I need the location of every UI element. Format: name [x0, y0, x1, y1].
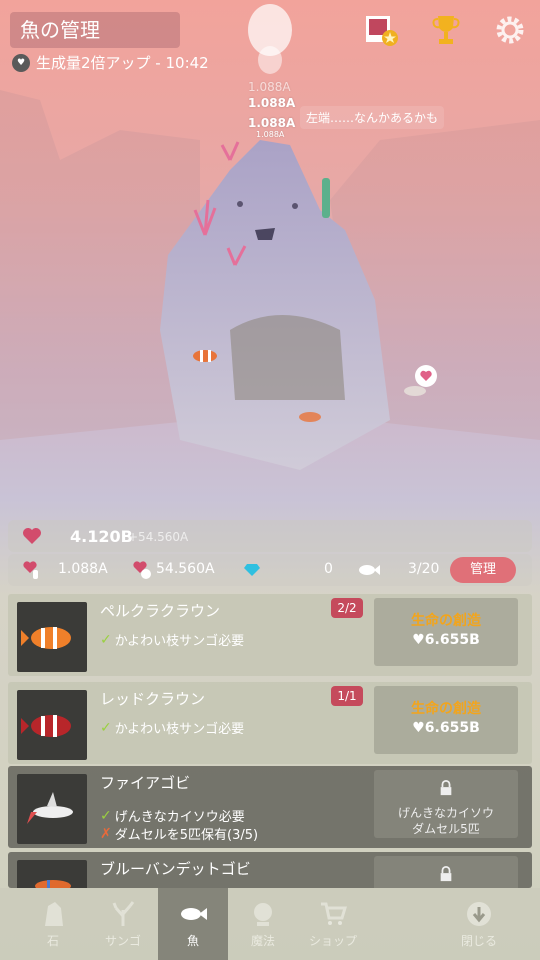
cart-icon [321, 902, 347, 925]
crystal-ball-icon [254, 903, 272, 926]
cross-icon: ✗ [100, 825, 112, 842]
clownfish-sprite[interactable] [190, 346, 222, 366]
timed-value: 54.560A [156, 561, 215, 577]
requirement-unmet: ✗ ダムセルを5匹保有(3/5) [100, 825, 259, 844]
tab-label: 魚 [186, 934, 199, 948]
trophy-icon[interactable] [428, 12, 464, 48]
fish-thumbnail [17, 774, 87, 844]
firegoby-icon [27, 792, 73, 824]
lock-requirement: げんきなカイソウ [397, 806, 494, 820]
tab-stone[interactable]: 石 [18, 888, 88, 960]
clownfish-sprite[interactable] [296, 408, 326, 426]
locked-action: げんきなカイソウ ダムセル5匹 [374, 770, 518, 838]
create-life-button[interactable]: 生命の創造 ♥6.655B [374, 686, 518, 754]
tap-heart-icon [23, 561, 38, 579]
requirement: ✓ かよわい枝サンゴ必要 [100, 719, 245, 738]
tab-magic[interactable]: 魔法 [228, 888, 298, 960]
boost-text: 生成量2倍アップ - 10:42 [36, 54, 209, 72]
heart-bubble-icon[interactable] [414, 364, 438, 388]
close-button[interactable]: 閉じる [444, 888, 514, 960]
create-life-button[interactable]: 生命の創造 ♥6.655B [374, 598, 518, 666]
fish-card[interactable]: レッドクラウン ✓ かよわい枝サンゴ必要 1/1 生命の創造 ♥6.655B [8, 682, 532, 764]
check-icon: ✓ [100, 719, 112, 736]
page-title: 魚の管理 [10, 12, 180, 48]
lock-requirement: ダムセル5匹 [412, 822, 480, 836]
fish-count: 3/20 [408, 561, 440, 577]
fish-name: ファイアゴビ [100, 774, 191, 792]
lock-icon [440, 866, 452, 882]
stats-row-details: 1.088A 54.560A 0 3/20 管理 [8, 554, 532, 586]
total-hearts: 4.120B [70, 527, 133, 546]
check-icon: ✓ [100, 807, 112, 824]
manage-button[interactable]: 管理 [450, 557, 516, 583]
bluebanded-goby-icon [35, 880, 71, 888]
floating-value: 1.088A [248, 80, 291, 94]
fish-count-badge: 2/2 [331, 598, 363, 618]
timer-heart-icon [133, 561, 151, 579]
check-icon: ✓ [100, 631, 112, 648]
fish-name: ペルクラクラウン [100, 602, 221, 620]
heart-icon [23, 528, 41, 544]
stats-panel: 4.120B +54.560A 1.088A 54.560A 0 3/20 管理 [8, 520, 532, 590]
fish-card-locked[interactable]: ファイアゴビ ✓ げんきなカイソウ必要 ✗ ダムセルを5匹保有(3/5) げんきなカ… [8, 766, 532, 848]
heart-boost-icon: ♥ [12, 53, 30, 72]
hearts-per-second: +54.560A [128, 530, 189, 544]
aquarium-scene[interactable]: 1.088A 1.088A 1.088A 1.088A 左端……なんかあるかも [0, 0, 540, 520]
floating-value: 1.088A [248, 116, 296, 130]
gem-count: 0 [324, 561, 333, 577]
tab-label: 石 [46, 934, 59, 948]
fish-thumbnail [17, 602, 87, 672]
gear-icon[interactable] [492, 12, 528, 48]
fish-card-locked[interactable]: ブルーバンデットゴビ [8, 852, 532, 888]
tab-fish[interactable]: 魚 [158, 888, 228, 960]
fish-card[interactable]: ペルクラクラウン ✓ かよわい枝サンゴ必要 2/2 生命の創造 ♥6.655B [8, 594, 532, 676]
fish-name: ブルーバンデットゴビ [100, 860, 251, 878]
action-cost: ♥6.655B [412, 632, 480, 648]
action-title: 生命の創造 [411, 701, 481, 717]
fish-name: レッドクラウン [100, 690, 206, 708]
fish-thumbnail [17, 690, 87, 760]
gem-icon [244, 564, 260, 576]
red-clownfish-icon [21, 715, 71, 737]
bottom-tab-bar: 石 サンゴ 魚 魔法 ショップ 閉じる [0, 888, 540, 960]
lock-icon [440, 780, 452, 796]
stone-icon [45, 902, 63, 926]
rock-island [0, 4, 540, 470]
hint-bubble: 左端……なんかあるかも [300, 106, 445, 129]
floating-value: 1.088A [248, 96, 296, 110]
action-title: 生命の創造 [411, 613, 481, 629]
coral-icon [112, 901, 135, 926]
clownfish-icon [21, 627, 71, 649]
tab-label: 魔法 [250, 934, 275, 948]
fish-icon [181, 908, 207, 920]
fish-count-icon [359, 565, 380, 575]
action-cost: ♥6.655B [412, 720, 480, 736]
fish-count-badge: 1/1 [331, 686, 363, 706]
requirement: ✓ かよわい枝サンゴ必要 [100, 631, 245, 650]
floating-value: 1.088A [256, 130, 285, 139]
tab-coral[interactable]: サンゴ [88, 888, 158, 960]
tab-shop[interactable]: ショップ [298, 888, 368, 960]
boost-status: ♥ 生成量2倍アップ - 10:42 [12, 52, 209, 73]
stats-row-total: 4.120B +54.560A [8, 520, 532, 552]
tab-label: サンゴ [104, 934, 141, 948]
requirement: ✓ げんきなカイソウ必要 [100, 807, 245, 826]
tab-label: 閉じる [460, 934, 497, 948]
fish-thumbnail [17, 860, 87, 888]
close-down-icon [467, 902, 491, 926]
tab-label: ショップ [308, 934, 357, 948]
tap-value: 1.088A [58, 561, 108, 577]
locked-action [374, 856, 518, 888]
album-icon[interactable] [364, 12, 400, 48]
